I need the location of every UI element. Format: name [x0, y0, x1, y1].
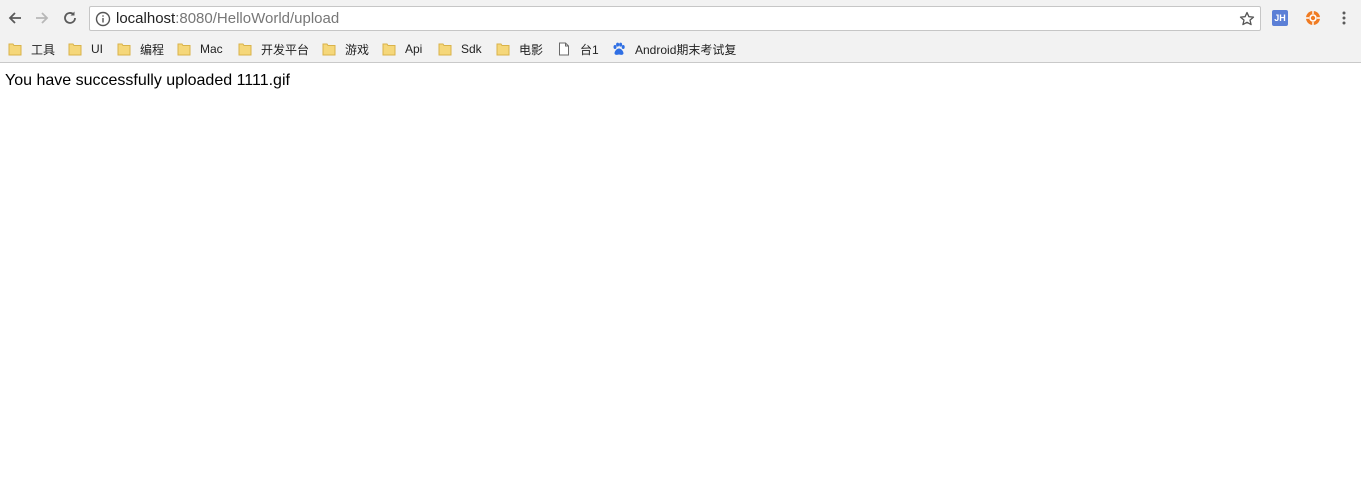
- browser-toolbar: localhost:8080/HelloWorld/upload JH: [0, 0, 1361, 37]
- bookmark-item[interactable]: 电影: [496, 40, 543, 58]
- orange-extension-icon[interactable]: [1305, 10, 1321, 26]
- bookmark-item[interactable]: 工具: [8, 40, 55, 58]
- upload-success-message: You have successfully uploaded 1111.gif: [5, 72, 290, 89]
- bookmark-item[interactable]: Api: [382, 40, 422, 58]
- reload-icon: [64, 11, 76, 24]
- folder-icon: [177, 43, 191, 56]
- bookmark-label: 电影: [519, 42, 544, 57]
- bookmark-item[interactable]: 游戏: [322, 40, 369, 58]
- bookmark-label: UI: [91, 42, 103, 56]
- folder-icon: [68, 43, 82, 56]
- address-bar[interactable]: localhost:8080/HelloWorld/upload: [89, 6, 1261, 31]
- forward-button[interactable]: [32, 8, 52, 28]
- bookmark-item[interactable]: 开发平台: [238, 40, 309, 58]
- bookmark-label: Sdk: [461, 42, 482, 56]
- arrow-right-icon: [36, 12, 49, 24]
- arrow-left-icon: [8, 12, 21, 24]
- reload-button[interactable]: [60, 8, 80, 28]
- baidu-paw-icon: [613, 42, 625, 55]
- bookmark-label: Android期末考试复: [635, 42, 737, 57]
- bookmark-label: Mac: [200, 42, 223, 56]
- url-path: :8080/HelloWorld/upload: [175, 10, 340, 27]
- jh-extension-button[interactable]: JH: [1272, 10, 1288, 26]
- folder-icon: [382, 43, 396, 56]
- bookmark-item[interactable]: Mac: [177, 40, 223, 58]
- bookmark-label: 台1: [580, 42, 599, 57]
- bookmark-label: 开发平台: [261, 42, 310, 57]
- bookmark-label: 游戏: [345, 42, 370, 57]
- folder-icon: [238, 43, 252, 56]
- page-icon: [559, 42, 569, 56]
- folder-icon: [438, 43, 452, 56]
- bookmark-item[interactable]: 编程: [117, 40, 164, 58]
- info-icon[interactable]: [95, 11, 111, 27]
- url-text[interactable]: localhost:8080/HelloWorld/upload: [116, 11, 339, 27]
- bookmark-item[interactable]: Android期末考试复: [612, 40, 736, 58]
- menu-dots-icon[interactable]: [1336, 10, 1352, 26]
- bookmark-label: 编程: [140, 42, 165, 57]
- url-host: localhost: [116, 10, 176, 27]
- folder-icon: [322, 43, 336, 56]
- bookmark-label: Api: [405, 42, 423, 56]
- folder-icon: [8, 43, 22, 56]
- page-content: You have successfully uploaded 1111.gif: [5, 72, 290, 90]
- bookmark-label: 工具: [31, 42, 56, 57]
- bookmark-item[interactable]: Sdk: [438, 40, 482, 58]
- folder-icon: [117, 43, 131, 56]
- browser-chrome: localhost:8080/HelloWorld/upload JH 工具 U…: [0, 0, 1361, 63]
- folder-icon: [496, 43, 510, 56]
- back-button[interactable]: [5, 8, 25, 28]
- star-icon[interactable]: [1239, 11, 1255, 27]
- bookmark-item[interactable]: 台1: [557, 40, 599, 58]
- bookmark-item[interactable]: UI: [68, 40, 103, 58]
- bookmarks-bar: 工具 UI 编程 Mac 开发平台 游戏 Api Sdk 电影 台1 Andro…: [0, 38, 1361, 60]
